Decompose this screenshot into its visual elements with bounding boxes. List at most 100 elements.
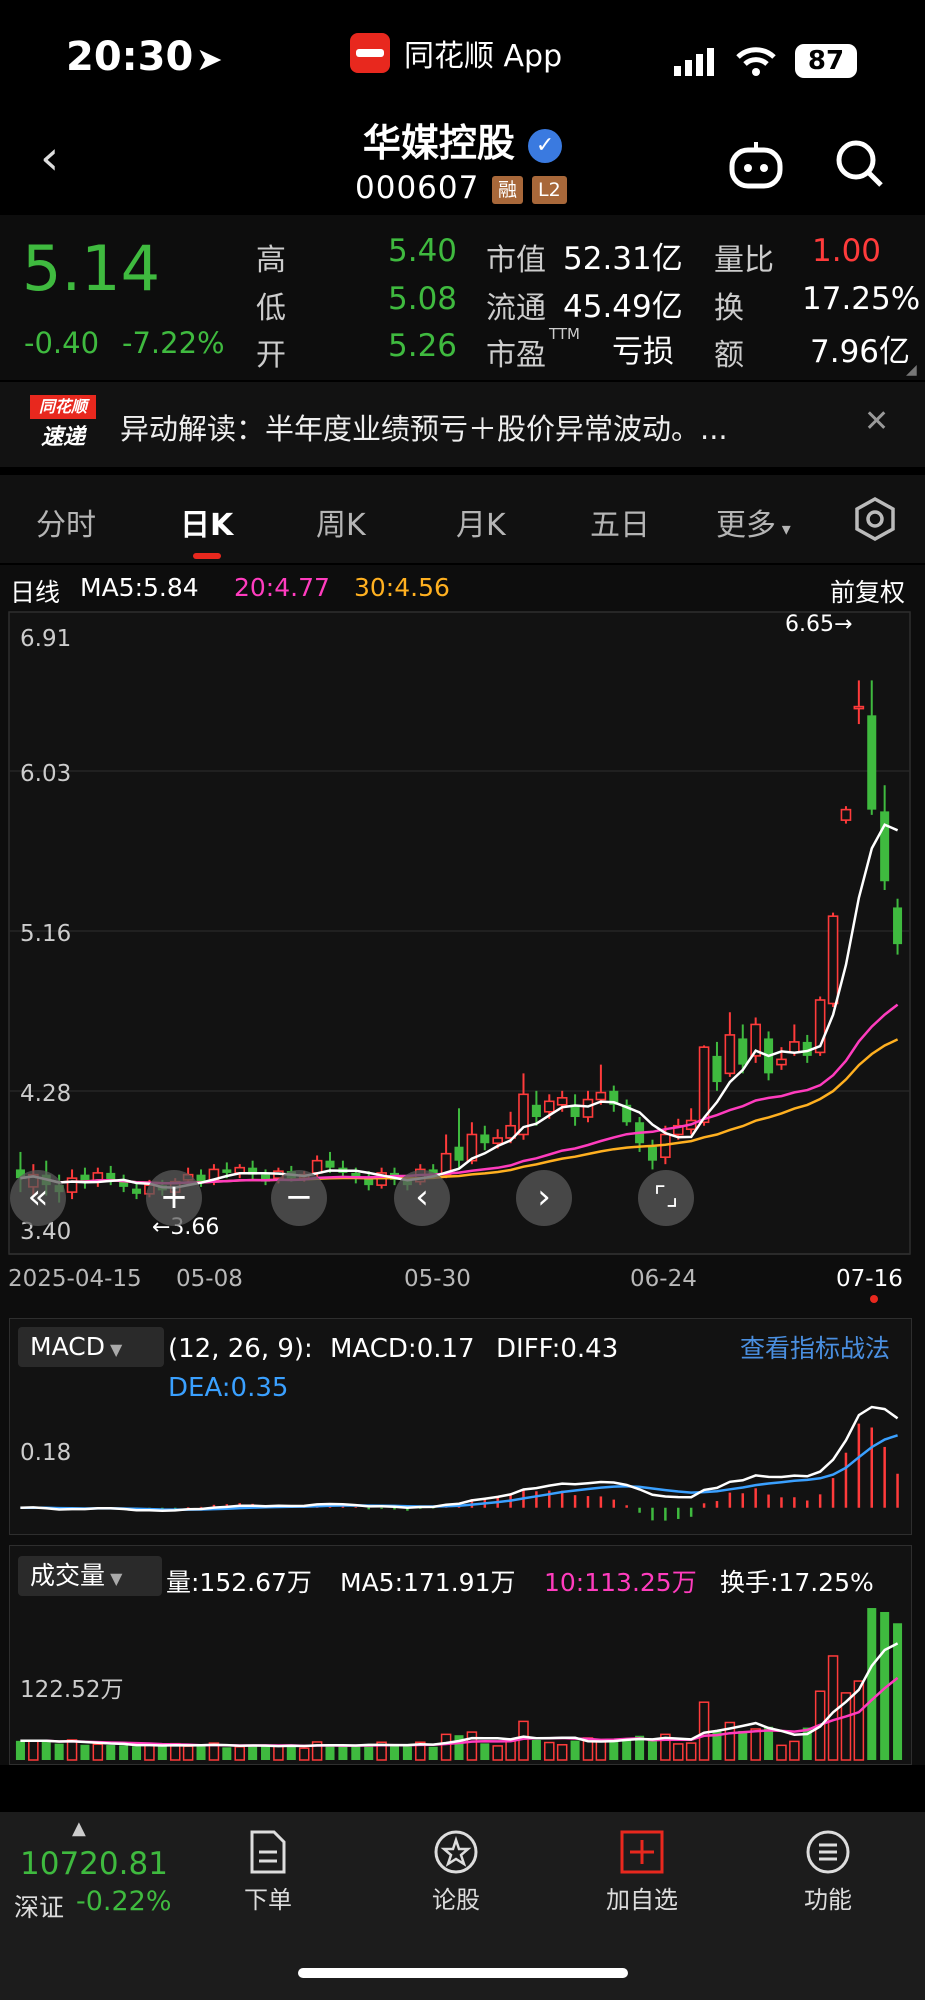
volume-bar: [222, 1747, 232, 1760]
volume-bar: [106, 1745, 116, 1760]
volume-bar: [41, 1740, 51, 1760]
zoom-in-icon[interactable]: +: [146, 1170, 202, 1226]
nav-order[interactable]: 下单: [208, 1828, 328, 1915]
volume-bar: [492, 1745, 503, 1761]
adjust-toggle[interactable]: 前复权: [830, 573, 905, 609]
verified-icon: ✓: [528, 129, 563, 163]
candle-body: [492, 1137, 504, 1145]
candle-body: [827, 915, 839, 1005]
date-label-3: 05-30: [404, 1266, 471, 1292]
price-change-pct: -7.22%: [122, 326, 225, 360]
volume-bar: [15, 1740, 25, 1760]
volume-bar: [480, 1743, 490, 1760]
candle-body: [647, 1146, 657, 1161]
close-icon[interactable]: ✕: [864, 404, 889, 439]
app-badge[interactable]: 同花顺 App: [350, 32, 562, 74]
y-label-4: 4.28: [20, 1081, 71, 1107]
search-icon[interactable]: [834, 138, 884, 188]
volume-bar: [286, 1745, 296, 1760]
index-value[interactable]: 10720.81: [20, 1846, 168, 1882]
kline-period-label: 日线: [10, 578, 61, 607]
volume-bar: [518, 1720, 529, 1761]
turnover-value: 17.25%: [802, 281, 921, 317]
volume-bar: [685, 1742, 697, 1761]
volume-bar: [261, 1745, 271, 1760]
macd-chart: [20, 1405, 899, 1521]
nav-order-label: 下单: [244, 1886, 292, 1914]
ma5-legend: MA5:5.84: [80, 573, 199, 602]
volume-bar: [440, 1733, 452, 1761]
index-change: -0.22%: [76, 1886, 172, 1917]
volume-bar: [466, 1731, 478, 1761]
prev-icon[interactable]: ‹: [394, 1170, 450, 1226]
dropdown-icon: ▾: [776, 519, 791, 540]
volume-bar: [454, 1735, 464, 1760]
volume-bar: [248, 1745, 258, 1760]
volume-bar: [351, 1746, 361, 1760]
candle-body: [595, 1091, 607, 1101]
news-badge: 同花顺 速递: [30, 395, 96, 453]
tab-monthly-k[interactable]: 月K: [456, 500, 506, 544]
candle-body: [196, 1174, 206, 1182]
stock-name: 华媒控股 ✓: [0, 112, 925, 167]
candle-body: [66, 1177, 78, 1193]
volume-bar: [273, 1744, 284, 1761]
date-label-1: 2025-04-15: [8, 1266, 142, 1292]
volume-bar: [531, 1739, 541, 1760]
index-up-arrow-icon: ▲: [72, 1818, 86, 1839]
zoom-out-icon[interactable]: −: [271, 1170, 327, 1226]
volume-bar: [402, 1746, 412, 1760]
nav-discuss[interactable]: 论股: [396, 1828, 516, 1915]
candle-body: [738, 1038, 748, 1065]
volume-bar: [776, 1744, 787, 1761]
volume-bar: [132, 1746, 142, 1760]
candle-body: [556, 1097, 568, 1106]
settings-hexagon-icon[interactable]: [852, 496, 898, 542]
y-label-1: 6.91: [20, 626, 71, 652]
volume-bar: [182, 1745, 194, 1761]
volume-bar: [92, 1743, 104, 1761]
news-text[interactable]: 异动解读：半年度业绩预亏＋股价异常波动。...: [120, 406, 728, 448]
mktcap-label: 市值: [486, 243, 546, 278]
next-icon[interactable]: ›: [516, 1170, 572, 1226]
tab-intraday[interactable]: 分时: [36, 500, 96, 544]
volume-bar: [234, 1745, 245, 1761]
tab-five-day[interactable]: 五日: [590, 500, 650, 544]
volume-bar: [827, 1655, 839, 1761]
volume-bar: [867, 1608, 877, 1760]
discuss-star-icon: [434, 1830, 478, 1874]
stock-code: 000607: [355, 170, 480, 206]
tab-weekly-k[interactable]: 周K: [316, 500, 366, 544]
ma30-legend: 30:4.56: [354, 573, 450, 602]
volume-bar: [789, 1740, 800, 1761]
rewind-icon[interactable]: «: [10, 1170, 66, 1226]
candle-body: [582, 1098, 594, 1118]
candle-body: [712, 1055, 722, 1083]
functions-menu-icon: [806, 1830, 850, 1874]
expand-corner-icon[interactable]: ◢: [906, 362, 917, 378]
nav-functions[interactable]: 功能: [768, 1828, 888, 1915]
float-label: 流通: [486, 291, 546, 326]
candle-body: [880, 811, 890, 882]
volume-bar: [595, 1740, 607, 1761]
nav-add-watchlist[interactable]: 加自选: [582, 1828, 702, 1915]
news-badge-bottom: 速递: [40, 425, 85, 450]
vol-ratio-label: 量比: [714, 243, 774, 278]
battery-indicator: 87: [795, 44, 857, 78]
date-label-5: 07-16: [836, 1266, 903, 1292]
low-label: 低: [256, 291, 286, 326]
tab-more[interactable]: 更多 ▾: [716, 500, 791, 544]
high-value: 5.40: [388, 233, 458, 269]
kline-chart[interactable]: 6.91 6.03 5.16 4.28 3.40 6.65→ ←3.66: [0, 606, 925, 1256]
volume-bar: [80, 1744, 90, 1760]
pe-ttm-sup: TTM: [549, 325, 581, 343]
turnover-label: 换: [714, 291, 744, 326]
candle-body: [325, 1160, 335, 1168]
volume-bar: [338, 1746, 348, 1760]
robot-assistant-icon[interactable]: [728, 140, 784, 190]
volume-bar: [389, 1745, 400, 1760]
nav-functions-label: 功能: [804, 1886, 852, 1914]
high-label: 高: [256, 243, 286, 278]
fullscreen-icon[interactable]: ⌜⌟: [638, 1170, 694, 1226]
tab-daily-k[interactable]: 日K: [180, 500, 233, 544]
